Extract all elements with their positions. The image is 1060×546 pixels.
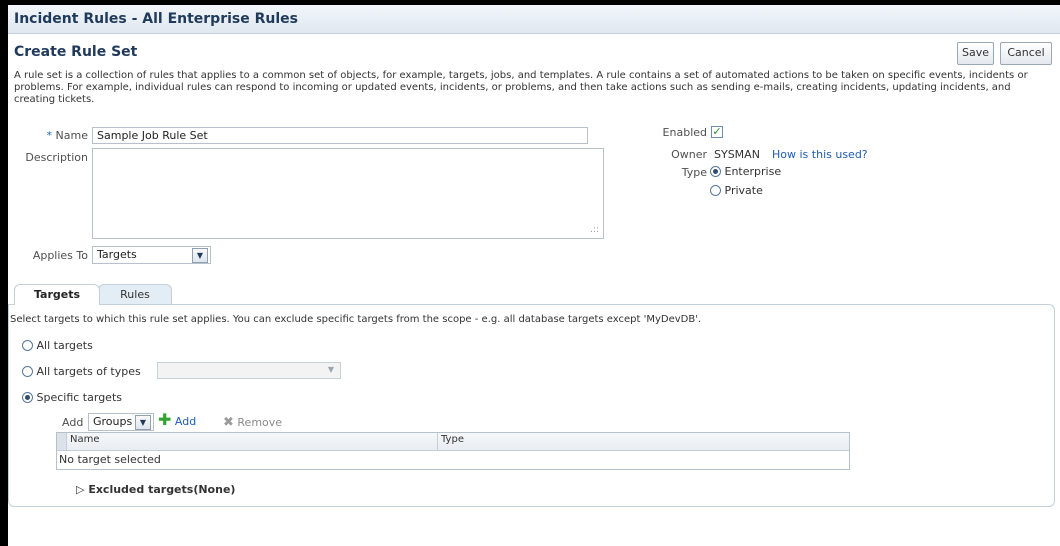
applies-to-select[interactable]: Targets ▼ [92,246,211,264]
page-title: Create Rule Set [14,44,138,60]
excluded-targets-label: Excluded targets(None) [88,483,236,496]
table-header: Name Type [57,433,849,451]
name-field[interactable]: Sample Job Rule Set [92,127,588,144]
enabled-checkbox[interactable]: ✓ [711,126,723,138]
resize-handle-icon[interactable]: .:: [590,225,599,235]
radio-all-targets[interactable]: All targets [22,339,93,352]
type-label: Type [681,166,707,179]
chevron-down-icon: ▼ [327,365,334,374]
enabled-label: Enabled [662,126,707,139]
type-option-private: Private [724,184,763,197]
type-option-enterprise: Enterprise [724,165,782,178]
checkmark-icon: ✓ [712,125,722,138]
name-label-group: * Name [22,129,88,142]
add-label: Add [62,416,84,429]
owner-value: SYSMAN [714,148,760,161]
radio-all-targets-of-types[interactable]: All targets of types [22,365,141,378]
type-radio-enterprise[interactable]: Enterprise [710,165,781,178]
applies-to-label: Applies To [32,249,88,262]
description-label: Description [25,151,88,164]
table-empty-text: No target selected [59,453,161,466]
applies-to-value: Targets [97,248,137,261]
chevron-down-icon: ▼ [192,248,208,263]
disclosure-triangle-icon: ▷ [76,483,85,496]
add-type-value: Groups [93,415,133,428]
row-selector-column [57,433,67,450]
radio-specific-targets[interactable]: Specific targets [22,391,122,404]
type-radio-private[interactable]: Private [710,184,763,197]
add-target-button[interactable]: ✚ Add [158,410,197,429]
chevron-down-icon: ▼ [135,415,151,430]
page-description: A rule set is a collection of rules that… [14,70,1028,105]
tab-targets[interactable]: Targets [14,284,100,305]
name-label: Name [55,129,88,142]
column-header-name[interactable]: Name [70,434,100,445]
targets-table: Name Type No target selected [56,432,850,470]
radio-unselected-icon [710,185,721,196]
specific-targets-label: Specific targets [36,391,123,404]
all-targets-label: All targets [36,339,93,352]
excluded-targets-toggle[interactable]: ▷ Excluded targets(None) [76,483,235,496]
window-titlebar: Incident Rules - All Enterprise Rules [8,5,1060,34]
owner-label: Owner [671,148,707,161]
description-textarea[interactable]: .:: [92,148,604,239]
add-target-button-label: Add [174,415,197,428]
all-types-label: All targets of types [36,365,141,378]
remove-target-button-label: Remove [237,416,283,429]
target-types-select[interactable]: ▼ [157,362,341,379]
radio-unselected-icon [22,340,33,351]
how-is-this-used-link[interactable]: How is this used? [772,148,868,161]
remove-x-icon: ✖ [223,415,234,430]
tab-rules[interactable]: Rules [98,284,172,305]
cancel-button[interactable]: Cancel [1000,42,1052,65]
column-header-type[interactable]: Type [441,434,464,445]
plus-icon: ✚ [158,410,172,429]
required-mark: * [46,129,53,142]
add-type-select[interactable]: Groups ▼ [88,413,154,431]
targets-instruction: Select targets to which this rule set ap… [10,314,702,325]
targets-panel [8,304,1055,507]
column-divider [437,433,438,450]
save-button[interactable]: Save [957,42,994,65]
remove-target-button[interactable]: ✖ Remove [223,415,282,430]
radio-unselected-icon [22,366,33,377]
window-title: Incident Rules - All Enterprise Rules [14,11,298,27]
radio-selected-icon [710,166,721,177]
radio-selected-icon [22,392,33,403]
